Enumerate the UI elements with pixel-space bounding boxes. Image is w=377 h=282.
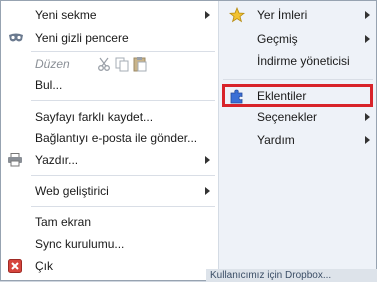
submenu-arrow-icon <box>205 187 210 195</box>
printer-icon <box>7 152 23 168</box>
new-private-window-label: Yeni gizli pencere <box>35 31 129 45</box>
menu-item-bookmarks[interactable]: Yer İmleri <box>229 5 372 25</box>
menu-item-web-developer[interactable]: Web geliştirici <box>35 181 215 201</box>
bookmarks-label: Yer İmleri <box>257 8 308 22</box>
submenu-arrow-icon <box>365 113 370 121</box>
private-mask-icon <box>8 30 24 46</box>
edit-label: Düzen <box>35 57 70 71</box>
submenu-arrow-icon <box>205 11 210 19</box>
menu-item-new-tab[interactable]: Yeni sekme <box>35 5 215 25</box>
help-label: Yardım <box>257 133 295 147</box>
new-tab-label: Yeni sekme <box>35 8 97 22</box>
separator <box>31 175 215 176</box>
separator <box>31 51 215 52</box>
copy-icon[interactable] <box>115 56 129 72</box>
right-menu-pane: Yer İmleri Geçmiş İndirme yöneticisi Ekl… <box>219 1 376 280</box>
history-label: Geçmiş <box>257 32 298 46</box>
separator <box>223 79 373 80</box>
submenu-arrow-icon <box>205 156 210 164</box>
exit-label: Çık <box>35 259 53 273</box>
options-label: Seçenekler <box>257 110 318 124</box>
menu-item-options[interactable]: Seçenekler <box>257 107 372 127</box>
menu-item-print[interactable]: Yazdır... <box>8 150 215 170</box>
menu-item-full-screen[interactable]: Tam ekran <box>35 212 215 232</box>
save-page-as-label: Sayfayı farklı kaydet... <box>35 110 154 124</box>
menu-item-help[interactable]: Yardım <box>257 130 372 150</box>
paste-icon[interactable] <box>133 56 147 72</box>
separator <box>31 206 215 207</box>
background-page-text: Kullanıcımız için Dropbox... <box>206 269 377 282</box>
submenu-arrow-icon <box>365 136 370 144</box>
print-label: Yazdır... <box>35 153 79 167</box>
menu-item-downloads[interactable]: İndirme yöneticisi <box>257 51 372 71</box>
separator <box>31 100 215 101</box>
star-icon <box>229 7 245 23</box>
downloads-label: İndirme yöneticisi <box>257 54 350 68</box>
full-screen-label: Tam ekran <box>35 215 92 229</box>
menu-item-history[interactable]: Geçmiş <box>257 29 372 49</box>
menu-item-save-page-as[interactable]: Sayfayı farklı kaydet... <box>35 107 215 127</box>
menu-item-sync-setup[interactable]: Sync kurulumu... <box>35 234 215 254</box>
sync-setup-label: Sync kurulumu... <box>35 237 125 251</box>
menu-item-edit: Düzen <box>35 54 95 74</box>
web-developer-label: Web geliştirici <box>35 184 109 198</box>
menu-item-exit[interactable]: Çık <box>8 256 215 276</box>
menu-item-email-link[interactable]: Bağlantıyı e-posta ile gönder... <box>35 128 215 148</box>
submenu-arrow-icon <box>365 11 370 19</box>
find-label: Bul... <box>35 78 63 92</box>
cut-icon[interactable] <box>97 56 111 72</box>
menu-item-new-private-window[interactable]: Yeni gizli pencere <box>9 28 215 48</box>
addons-highlight-box <box>222 84 373 107</box>
firefox-app-menu: Yeni sekme Yeni gizli pencere Düzen Bul.… <box>0 0 377 282</box>
exit-close-icon <box>7 258 23 274</box>
menu-item-find[interactable]: Bul... <box>35 75 215 95</box>
edit-actions <box>97 56 147 72</box>
email-link-label: Bağlantıyı e-posta ile gönder... <box>35 131 198 145</box>
left-menu-pane: Yeni sekme Yeni gizli pencere Düzen Bul.… <box>1 1 219 280</box>
submenu-arrow-icon <box>365 35 370 43</box>
